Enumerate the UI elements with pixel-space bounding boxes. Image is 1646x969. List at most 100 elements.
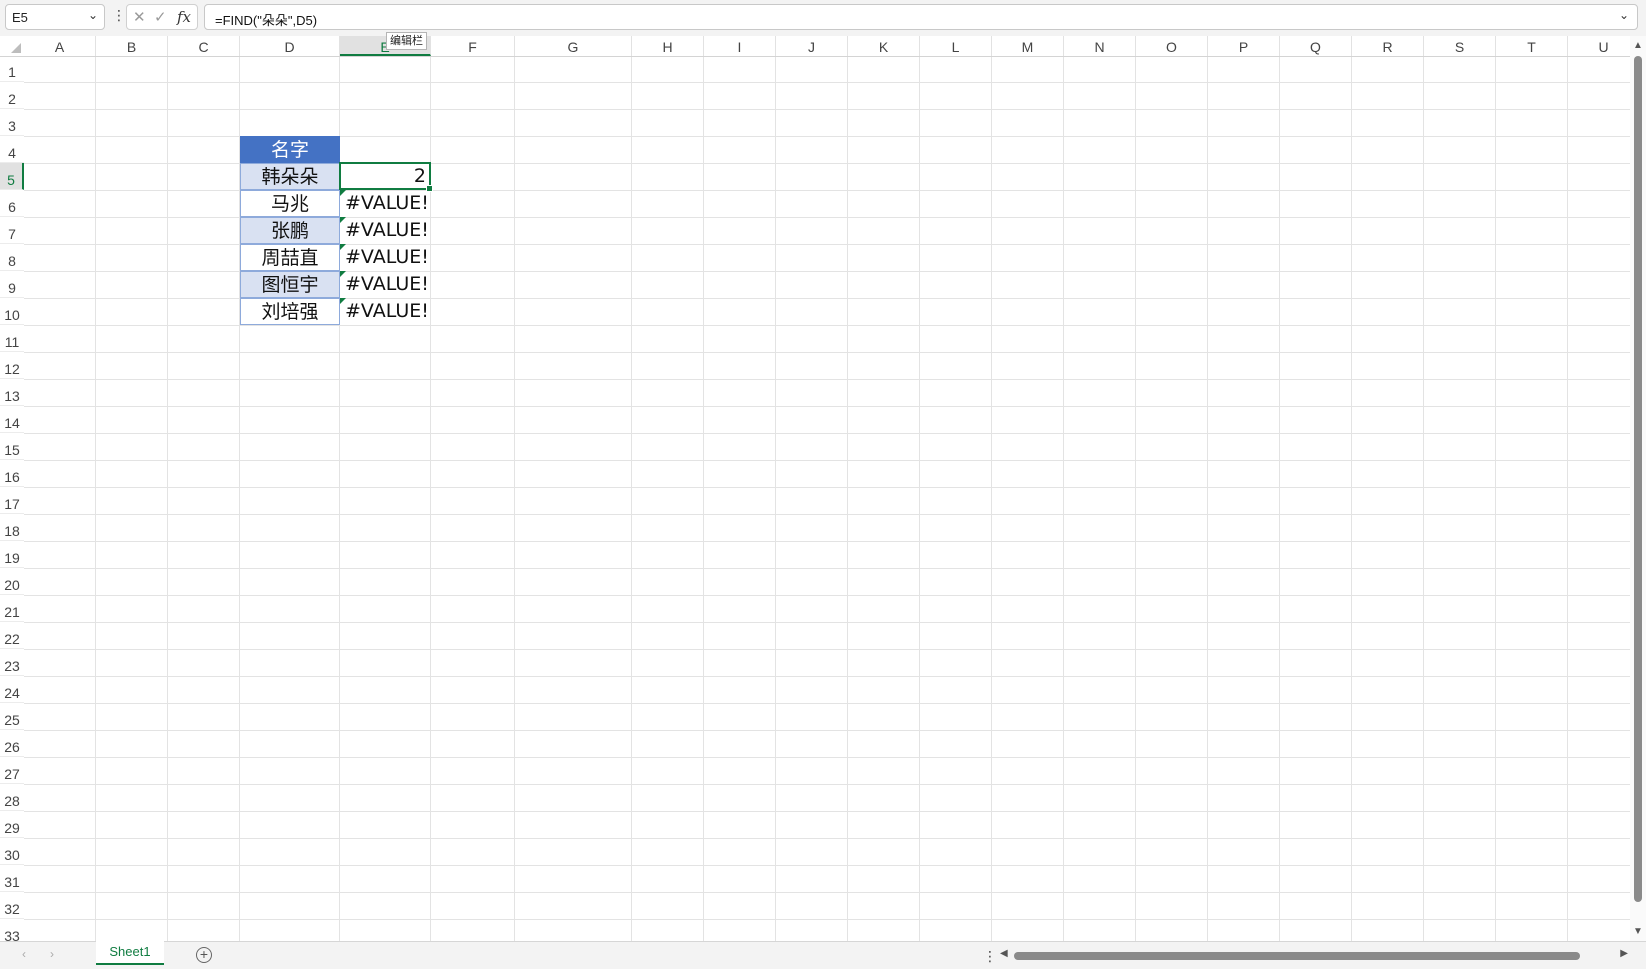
row-header-24[interactable]: 24: [0, 676, 24, 703]
row-header-20[interactable]: 20: [0, 568, 24, 595]
row-header-5[interactable]: 5: [0, 163, 24, 190]
formula-input[interactable]: =FIND("朵朵",D5) ⌄: [204, 4, 1638, 30]
row-header-31[interactable]: 31: [0, 865, 24, 892]
row-header-22[interactable]: 22: [0, 622, 24, 649]
name-cell[interactable]: 张鹏: [240, 217, 340, 244]
name-box-value: E5: [12, 10, 28, 25]
column-header-j[interactable]: J: [776, 36, 848, 56]
name-cell[interactable]: 马兆: [240, 190, 340, 217]
row-header-17[interactable]: 17: [0, 487, 24, 514]
column-header-k[interactable]: K: [848, 36, 920, 56]
column-header-h[interactable]: H: [632, 36, 704, 56]
row-header-3[interactable]: 3: [0, 109, 24, 136]
result-cell[interactable]: #VALUE!: [340, 190, 431, 217]
column-header-s[interactable]: S: [1424, 36, 1496, 56]
row-header-7[interactable]: 7: [0, 217, 24, 244]
close-icon[interactable]: ✕: [133, 8, 146, 26]
row-header-19[interactable]: 19: [0, 541, 24, 568]
column-header-d[interactable]: D: [240, 36, 340, 56]
scroll-left-icon[interactable]: ◀: [1000, 948, 1008, 959]
row-header-27[interactable]: 27: [0, 757, 24, 784]
expand-formula-icon[interactable]: ⌄: [1619, 8, 1629, 22]
column-header-i[interactable]: I: [704, 36, 776, 56]
name-cell[interactable]: 韩朵朵: [240, 163, 340, 190]
formula-bar: E5 ⌄ ⋮ ✕ ✓ fx =FIND("朵朵",D5) ⌄: [0, 0, 1646, 37]
column-header-m[interactable]: M: [992, 36, 1064, 56]
column-header-g[interactable]: G: [515, 36, 632, 56]
column-header-b[interactable]: B: [96, 36, 168, 56]
column-header-a[interactable]: A: [24, 36, 96, 56]
row-header-32[interactable]: 32: [0, 892, 24, 919]
result-cell[interactable]: #VALUE!: [340, 271, 431, 298]
row-header-9[interactable]: 9: [0, 271, 24, 298]
vertical-scroll-thumb[interactable]: [1634, 56, 1642, 902]
chevron-down-icon[interactable]: ⌄: [88, 8, 98, 22]
insert-function-icon[interactable]: fx: [177, 8, 191, 26]
scroll-right-icon[interactable]: ▶: [1620, 948, 1628, 959]
row-header-28[interactable]: 28: [0, 784, 24, 811]
row-header-4[interactable]: 4: [0, 136, 24, 163]
result-cell[interactable]: #VALUE!: [340, 217, 431, 244]
row-header-18[interactable]: 18: [0, 514, 24, 541]
plus-circle-icon[interactable]: +: [196, 947, 212, 963]
formula-buttons: ✕ ✓ fx: [126, 4, 198, 30]
column-header: ABCDEFGHIJKLMNOPQRSTU: [0, 36, 1640, 57]
row-header-23[interactable]: 23: [0, 649, 24, 676]
scroll-down-icon[interactable]: ▼: [1633, 926, 1643, 937]
prev-sheet-icon[interactable]: ‹: [22, 947, 26, 961]
result-cell[interactable]: #VALUE!: [340, 298, 431, 325]
column-header-f[interactable]: F: [431, 36, 515, 56]
row-header-8[interactable]: 8: [0, 244, 24, 271]
more-options-icon[interactable]: ⋮: [112, 8, 126, 22]
name-cell[interactable]: 图恒宇: [240, 271, 340, 298]
row-header-29[interactable]: 29: [0, 811, 24, 838]
row-header-2[interactable]: 2: [0, 82, 24, 109]
name-cell[interactable]: 周喆直: [240, 244, 340, 271]
row-header-6[interactable]: 6: [0, 190, 24, 217]
column-header-t[interactable]: T: [1496, 36, 1568, 56]
row-header-15[interactable]: 15: [0, 433, 24, 460]
more-options-icon[interactable]: ⋮: [983, 949, 997, 963]
column-header-c[interactable]: C: [168, 36, 240, 56]
row-header-21[interactable]: 21: [0, 595, 24, 622]
column-header-p[interactable]: P: [1208, 36, 1280, 56]
result-value: #VALUE!: [345, 300, 429, 322]
row-header-25[interactable]: 25: [0, 703, 24, 730]
row-header-13[interactable]: 13: [0, 379, 24, 406]
horizontal-scrollbar[interactable]: ◀ ▶: [998, 948, 1630, 964]
result-cell[interactable]: #VALUE!: [340, 244, 431, 271]
column-header-r[interactable]: R: [1352, 36, 1424, 56]
error-indicator-icon[interactable]: [340, 244, 346, 250]
row-header-11[interactable]: 11: [0, 325, 24, 352]
error-indicator-icon[interactable]: [340, 190, 346, 196]
next-sheet-icon[interactable]: ›: [50, 947, 54, 961]
check-icon[interactable]: ✓: [154, 8, 167, 26]
row-header-12[interactable]: 12: [0, 352, 24, 379]
select-all-button[interactable]: [0, 36, 24, 56]
error-indicator-icon[interactable]: [340, 298, 346, 304]
horizontal-scroll-thumb[interactable]: [1014, 952, 1580, 960]
name-box[interactable]: E5 ⌄: [5, 4, 105, 30]
column-header-o[interactable]: O: [1136, 36, 1208, 56]
row-header-16[interactable]: 16: [0, 460, 24, 487]
row-header: 1 2 3 4 5 6 7 8 9 10 11 12 13 14 15 16 17 18 19 20 21 22 23 24 2…: [0, 57, 25, 941]
error-indicator-icon[interactable]: [340, 271, 346, 277]
vertical-scrollbar[interactable]: ▲ ▼: [1630, 36, 1646, 941]
row-header-14[interactable]: 14: [0, 406, 24, 433]
row-header-26[interactable]: 26: [0, 730, 24, 757]
row-header-30[interactable]: 30: [0, 838, 24, 865]
sheet-tab-sheet1[interactable]: Sheet1: [96, 941, 164, 965]
table-header-name[interactable]: 名字: [240, 136, 340, 163]
row-header-1[interactable]: 1: [0, 57, 24, 82]
row-header-33[interactable]: 33: [0, 919, 24, 941]
column-header-n[interactable]: N: [1064, 36, 1136, 56]
active-cell-selection[interactable]: [339, 162, 433, 192]
column-header-q[interactable]: Q: [1280, 36, 1352, 56]
name-cell[interactable]: 刘培强: [240, 298, 340, 325]
row-header-10[interactable]: 10: [0, 298, 24, 325]
worksheet-grid[interactable]: 名字 韩朵朵 2 马兆 #VALUE! 张鹏 #VALUE! 周喆直 #VALUE! 图恒宇 #VA…: [24, 57, 1630, 941]
column-header-l[interactable]: L: [920, 36, 992, 56]
scroll-up-icon[interactable]: ▲: [1633, 40, 1643, 51]
error-indicator-icon[interactable]: [340, 217, 346, 223]
formula-bar-tooltip: 编辑栏: [386, 32, 427, 50]
